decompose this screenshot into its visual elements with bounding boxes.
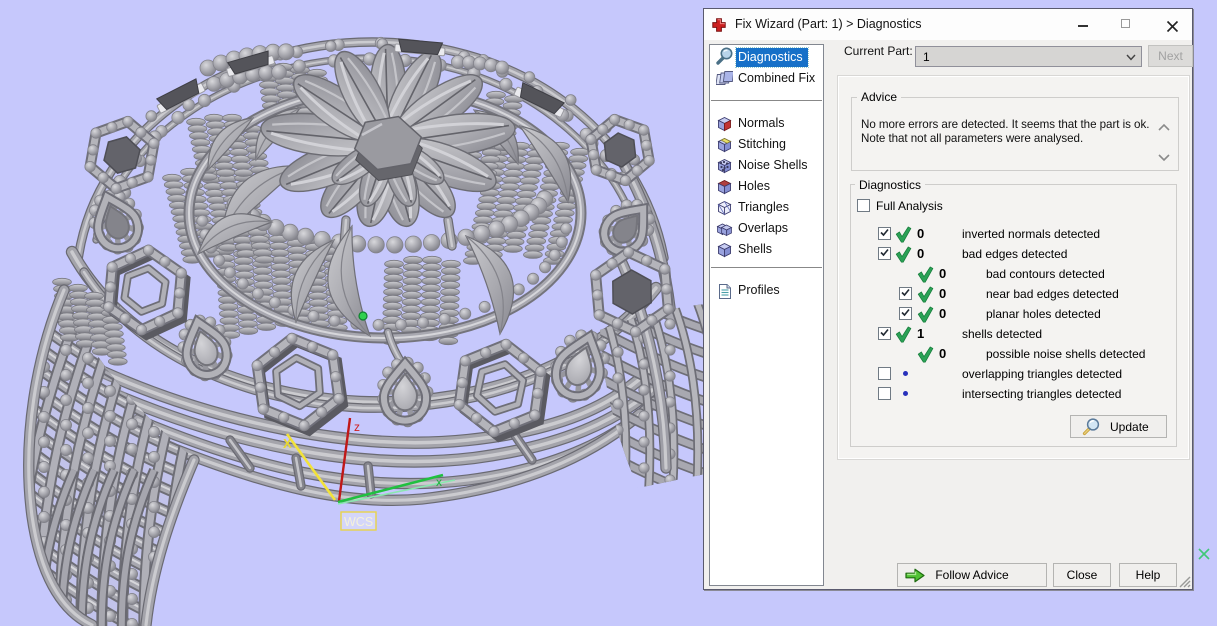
svg-text:z: z — [354, 420, 360, 434]
svg-text:x: x — [436, 475, 442, 489]
svg-text:X: X — [283, 436, 292, 451]
svg-text:WCS: WCS — [344, 515, 373, 529]
